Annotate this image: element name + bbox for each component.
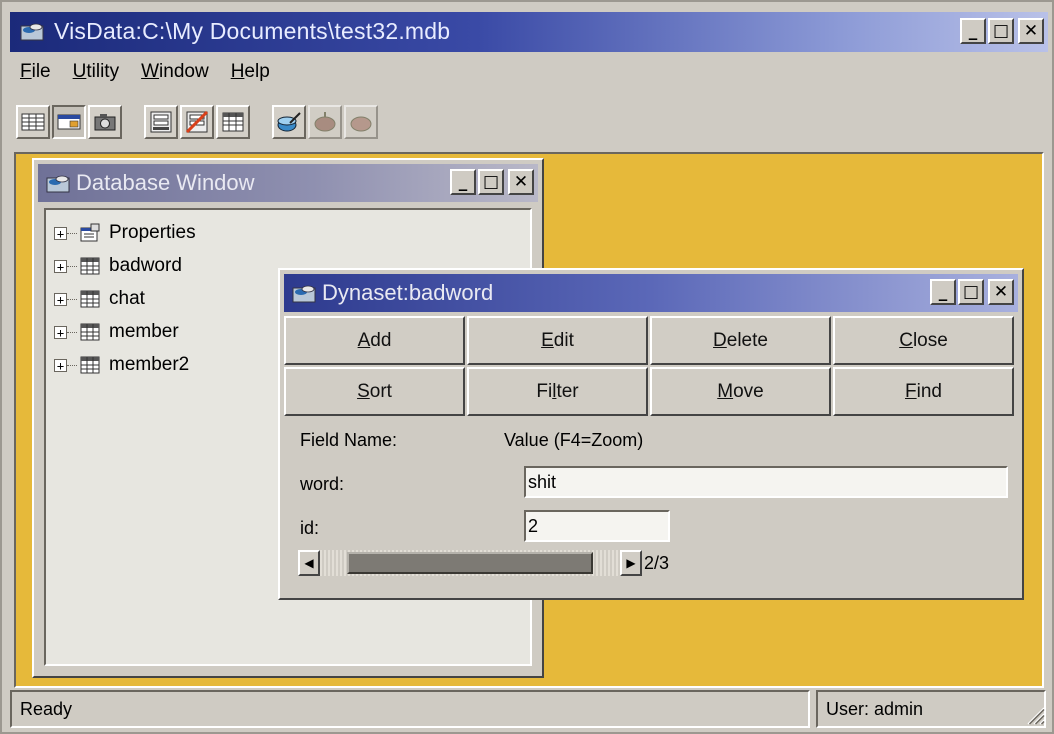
snapshot-type-button[interactable] bbox=[88, 105, 122, 139]
maximize-button[interactable]: □ bbox=[478, 169, 504, 195]
toolbar bbox=[16, 100, 380, 144]
filter-button[interactable]: Filter bbox=[467, 367, 648, 416]
dynaset-window-icon[interactable] bbox=[292, 282, 318, 304]
field-label-id: id: bbox=[300, 518, 320, 538]
move-button[interactable]: Move bbox=[650, 367, 831, 416]
tree-item-chat[interactable]: + chat bbox=[54, 284, 145, 314]
scroll-left-arrow-icon[interactable]: ◀ bbox=[298, 550, 320, 576]
table-type-button[interactable] bbox=[16, 105, 50, 139]
snapshot-type-icon bbox=[94, 114, 116, 131]
scroll-track[interactable] bbox=[320, 550, 620, 576]
find-button[interactable]: Find bbox=[833, 367, 1014, 416]
tree-item-label: Properties bbox=[109, 222, 196, 243]
dynaset-type-button[interactable] bbox=[52, 105, 86, 139]
record-position: 2/3 bbox=[644, 553, 670, 573]
rollback-icon bbox=[350, 116, 372, 132]
table-icon bbox=[80, 257, 100, 275]
data-control-form-icon bbox=[150, 111, 172, 133]
tree-item-label: member2 bbox=[109, 354, 190, 375]
delete-button[interactable]: Delete bbox=[650, 316, 831, 365]
database-window-icon[interactable] bbox=[46, 172, 72, 194]
table-icon bbox=[80, 356, 100, 374]
expand-icon[interactable]: + bbox=[54, 325, 67, 339]
title-bar[interactable]: VisData:C:\My Documents\test32.mdb _ □ ✕ bbox=[10, 12, 1048, 52]
table-icon bbox=[80, 323, 100, 341]
commit-button[interactable] bbox=[308, 105, 342, 139]
expand-icon[interactable]: + bbox=[54, 358, 67, 372]
field-name-header: Field Name: bbox=[300, 430, 398, 450]
expand-icon[interactable]: + bbox=[54, 292, 67, 306]
tree-item-badword[interactable]: + badword bbox=[54, 251, 182, 281]
minimize-button[interactable]: _ bbox=[930, 279, 956, 305]
menu-bar: File Utility Window Help bbox=[12, 58, 270, 88]
dynaset-window-title-bar[interactable]: Dynaset:badword _ □ ✕ bbox=[284, 274, 1018, 312]
data-control-form-button[interactable] bbox=[144, 105, 178, 139]
dbgrid-form-button[interactable] bbox=[216, 105, 250, 139]
visdata-app-icon[interactable] bbox=[20, 20, 46, 42]
maximize-button[interactable]: □ bbox=[958, 279, 984, 305]
database-window-title-bar[interactable]: Database Window _ □ ✕ bbox=[38, 164, 538, 202]
dynaset-window-title: Dynaset:badword bbox=[322, 280, 494, 305]
word-value-field[interactable] bbox=[524, 466, 1008, 498]
command-button-grid: Add Edit Delete Close Sort Filter Move F… bbox=[284, 316, 1014, 416]
menu-help[interactable]: Help bbox=[231, 58, 270, 88]
tree-item-label: badword bbox=[109, 255, 182, 276]
status-bar: Ready User: admin bbox=[10, 690, 1048, 728]
add-button[interactable]: Add bbox=[284, 316, 465, 365]
close-button[interactable]: ✕ bbox=[988, 279, 1014, 305]
dbgrid-form-icon bbox=[222, 112, 244, 132]
minimize-button[interactable]: _ bbox=[960, 18, 986, 44]
menu-utility[interactable]: Utility bbox=[73, 58, 119, 88]
no-data-control-form-icon bbox=[185, 111, 209, 133]
close-form-button[interactable]: Close bbox=[833, 316, 1014, 365]
window-title: VisData:C:\My Documents\test32.mdb bbox=[54, 18, 451, 44]
field-label-word: word: bbox=[300, 474, 345, 494]
status-user: User: admin bbox=[816, 690, 1046, 728]
minimize-button[interactable]: _ bbox=[450, 169, 476, 195]
tree-item-label: chat bbox=[109, 288, 145, 309]
maximize-button[interactable]: □ bbox=[988, 18, 1014, 44]
commit-icon bbox=[314, 112, 336, 132]
expand-icon[interactable]: + bbox=[54, 226, 67, 240]
status-text: Ready bbox=[10, 690, 810, 728]
visdata-application-window: VisData:C:\My Documents\test32.mdb _ □ ✕… bbox=[0, 0, 1054, 734]
resize-grip-icon[interactable] bbox=[1022, 702, 1046, 726]
edit-button[interactable]: Edit bbox=[467, 316, 648, 365]
no-data-control-form-button[interactable] bbox=[180, 105, 214, 139]
close-button[interactable]: ✕ bbox=[1018, 18, 1044, 44]
begin-transaction-icon bbox=[277, 112, 301, 132]
properties-icon bbox=[80, 223, 100, 242]
close-button[interactable]: ✕ bbox=[508, 169, 534, 195]
menu-window[interactable]: Window bbox=[141, 58, 209, 88]
scroll-thumb[interactable] bbox=[347, 552, 593, 574]
database-window-title: Database Window bbox=[76, 170, 255, 195]
dynaset-window: Dynaset:badword _ □ ✕ Add Edit Delete Cl… bbox=[278, 268, 1024, 600]
sort-button[interactable]: Sort bbox=[284, 367, 465, 416]
dynaset-type-icon bbox=[57, 114, 81, 130]
rollback-button[interactable] bbox=[344, 105, 378, 139]
tree-item-member[interactable]: + member bbox=[54, 317, 179, 347]
value-header: Value (F4=Zoom) bbox=[504, 430, 644, 450]
tree-item-label: member bbox=[109, 321, 179, 342]
scroll-right-arrow-icon[interactable]: ▶ bbox=[620, 550, 642, 576]
tree-item-properties[interactable]: + Properties bbox=[54, 218, 196, 248]
mdi-workspace: Database Window _ □ ✕ + Properties + bad… bbox=[14, 152, 1044, 688]
begin-transaction-button[interactable] bbox=[272, 105, 306, 139]
table-type-icon bbox=[21, 113, 45, 131]
expand-icon[interactable]: + bbox=[54, 259, 67, 273]
tree-item-member2[interactable]: + member2 bbox=[54, 350, 189, 380]
menu-file[interactable]: File bbox=[20, 58, 51, 88]
table-icon bbox=[80, 290, 100, 308]
id-value-field[interactable] bbox=[524, 510, 670, 542]
